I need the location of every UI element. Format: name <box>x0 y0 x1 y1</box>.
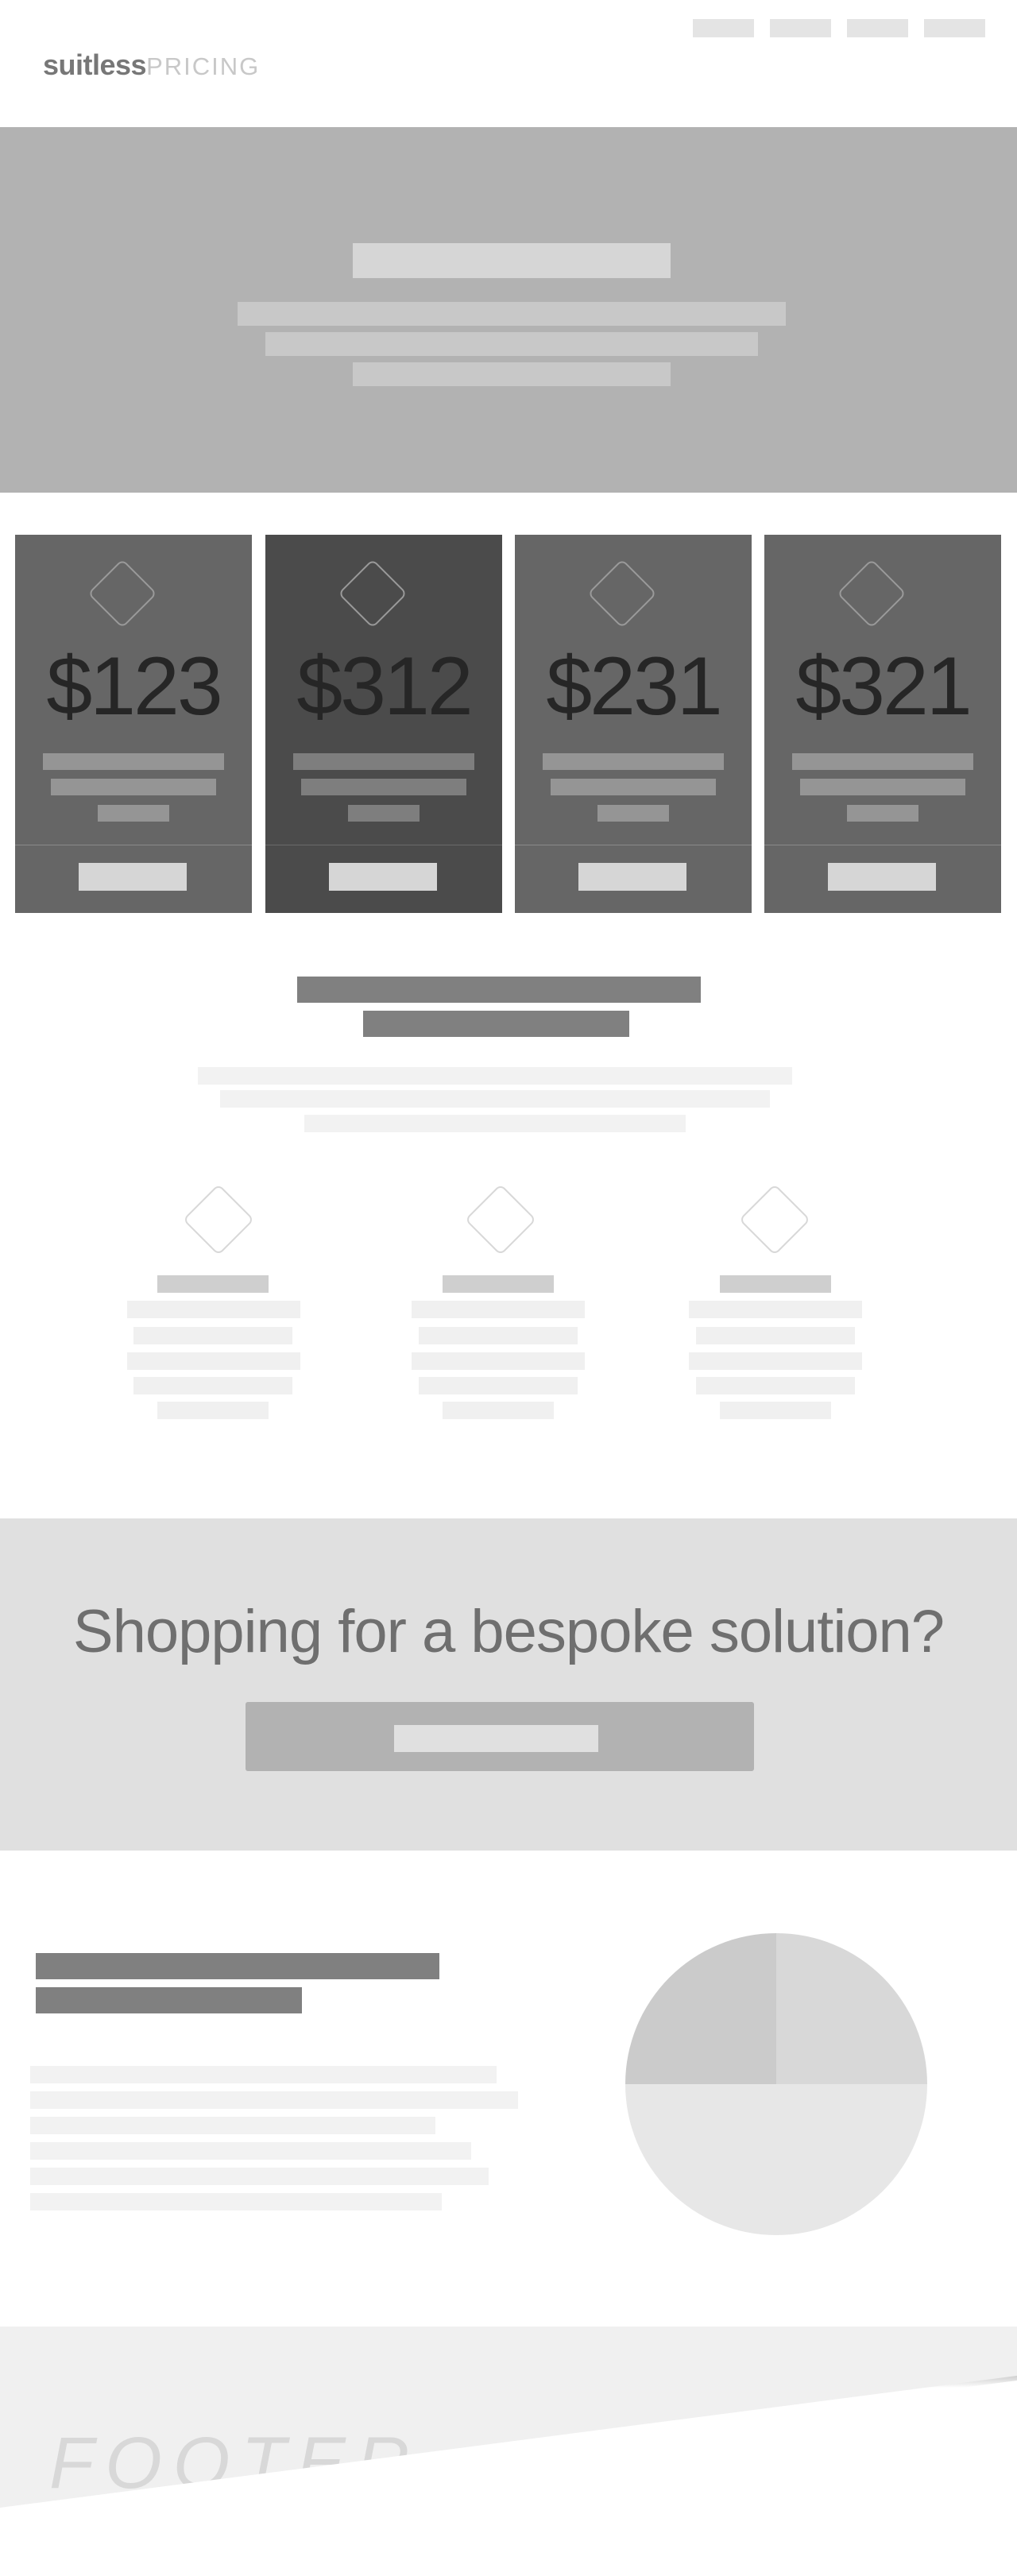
feature-text-line <box>443 1402 554 1419</box>
feature-text-line <box>157 1402 269 1419</box>
select-plan-button[interactable] <box>828 863 936 891</box>
section-text-line <box>220 1090 770 1108</box>
section-heading-placeholder <box>363 1011 629 1037</box>
nav-item-1[interactable] <box>693 19 754 37</box>
about-heading-placeholder <box>36 1953 439 1979</box>
feature-text-line <box>419 1377 578 1394</box>
feature-text-line <box>133 1377 292 1394</box>
nav-item-4[interactable] <box>924 19 985 37</box>
price-card-featured: $312 <box>265 535 502 913</box>
feature-title-placeholder <box>720 1275 831 1293</box>
feature-text-line <box>696 1327 855 1344</box>
feature-text-line <box>720 1402 831 1419</box>
plan-price: $321 <box>795 640 972 733</box>
about-text-line <box>30 2091 518 2109</box>
banner-title: Shopping for a bespoke solution? <box>72 1598 945 1665</box>
select-plan-button[interactable] <box>79 863 187 891</box>
plan-feature-line <box>43 753 224 770</box>
about-text-line <box>30 2168 489 2185</box>
hero-text-line <box>238 302 786 326</box>
logo-brand: suitless <box>43 48 147 81</box>
about-text-line <box>30 2142 471 2160</box>
section-text-line <box>304 1115 686 1132</box>
price-card: $321 <box>764 535 1001 913</box>
plan-feature-line <box>348 805 420 822</box>
feature-text-line <box>127 1301 300 1318</box>
pie-slice-3 <box>625 1933 776 2084</box>
plan-feature-line <box>800 779 965 795</box>
section-text-line <box>198 1067 792 1085</box>
cta-banner <box>0 1518 1017 1851</box>
pie-slice-2 <box>625 2084 927 2235</box>
feature-text-line <box>127 1352 300 1370</box>
about-text-line <box>30 2117 435 2134</box>
plan-price: $231 <box>546 640 722 733</box>
feature-text-line <box>696 1377 855 1394</box>
plan-diamond-icon <box>338 559 408 629</box>
pie-slice-1 <box>776 1933 927 2084</box>
hero-text-line <box>265 332 758 356</box>
feature-text-line <box>412 1301 585 1318</box>
plan-feature-line <box>51 779 216 795</box>
logo-suffix: PRICING <box>146 52 261 80</box>
feature-title-placeholder <box>157 1275 269 1293</box>
plan-feature-line <box>301 779 466 795</box>
plan-diamond-icon <box>837 559 907 629</box>
about-text-line <box>30 2066 497 2083</box>
feature-text-line <box>133 1327 292 1344</box>
plan-feature-line <box>551 779 716 795</box>
price-card: $231 <box>515 535 752 913</box>
contact-button-label-placeholder <box>394 1725 598 1752</box>
plan-feature-line <box>597 805 669 822</box>
contact-button[interactable] <box>246 1702 754 1771</box>
plan-diamond-icon <box>587 559 657 629</box>
pie-graphic <box>625 1933 927 2235</box>
select-plan-button[interactable] <box>329 863 437 891</box>
feature-diamond-icon <box>464 1183 537 1256</box>
hero-text-line <box>353 362 671 386</box>
plan-feature-line <box>847 805 918 822</box>
feature-diamond-icon <box>738 1183 811 1256</box>
feature-text-line <box>412 1352 585 1370</box>
nav-item-2[interactable] <box>770 19 831 37</box>
plan-price: $312 <box>296 640 473 733</box>
feature-text-line <box>419 1327 578 1344</box>
feature-text-line <box>689 1352 862 1370</box>
plan-feature-line <box>98 805 169 822</box>
plan-diamond-icon <box>87 559 157 629</box>
footer-wedge <box>0 2376 1017 2576</box>
plan-feature-line <box>543 753 724 770</box>
about-heading-placeholder <box>36 1987 302 2013</box>
feature-text-line <box>689 1301 862 1318</box>
nav-item-3[interactable] <box>847 19 908 37</box>
price-card: $123 <box>15 535 252 913</box>
plan-feature-line <box>293 753 474 770</box>
logo[interactable]: suitlessPRICING <box>43 49 260 83</box>
hero-title-placeholder <box>353 243 671 278</box>
select-plan-button[interactable] <box>578 863 686 891</box>
section-heading-placeholder <box>297 977 701 1003</box>
feature-diamond-icon <box>182 1183 255 1256</box>
plan-feature-line <box>792 753 973 770</box>
about-text-line <box>30 2193 442 2210</box>
plan-price: $123 <box>46 640 222 733</box>
feature-title-placeholder <box>443 1275 554 1293</box>
